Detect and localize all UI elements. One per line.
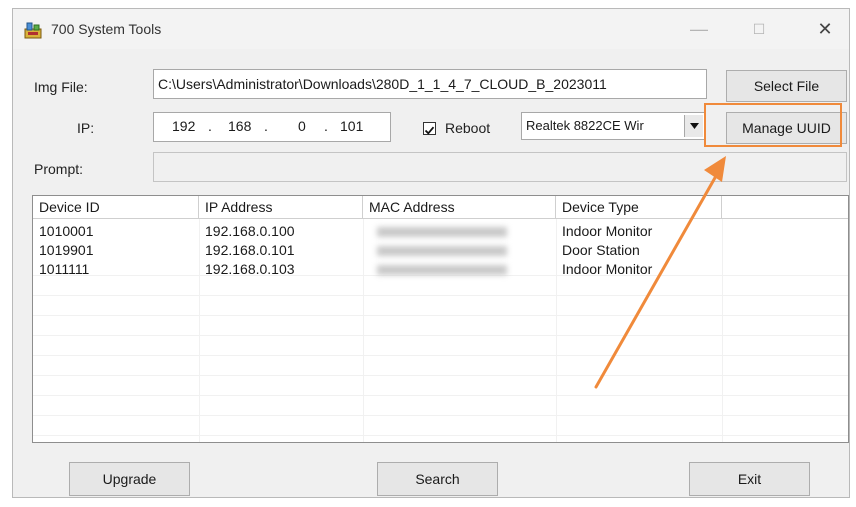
annotation-arrow-icon: [594, 156, 726, 389]
